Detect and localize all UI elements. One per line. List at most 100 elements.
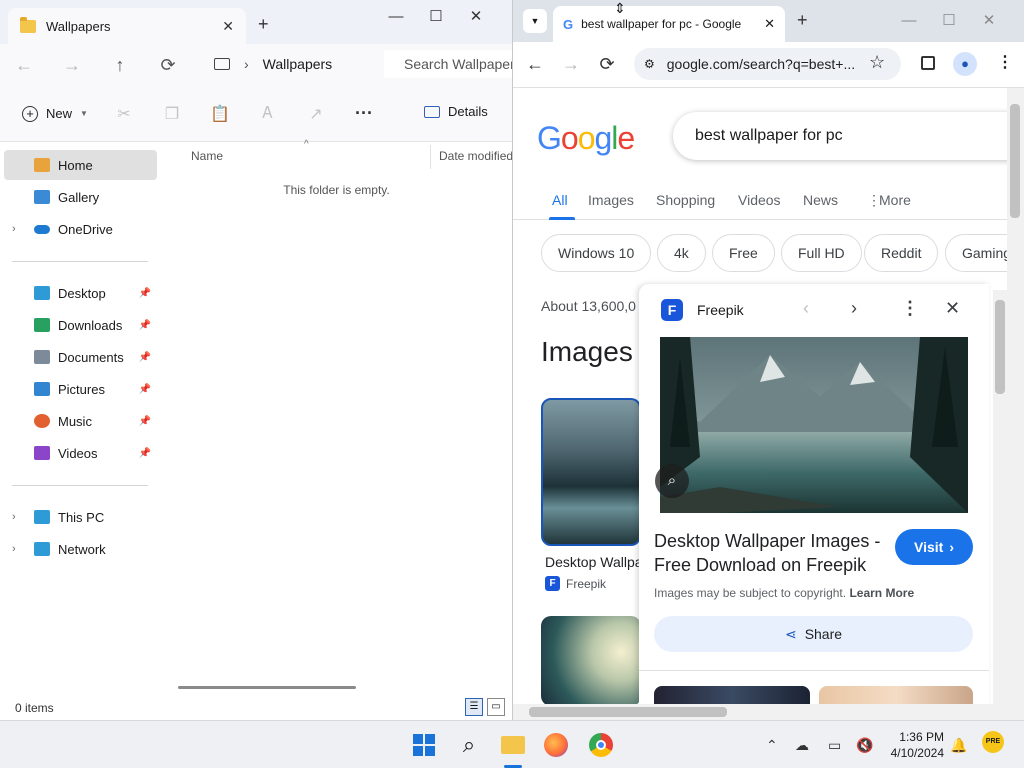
chrome-icon[interactable]	[587, 731, 615, 759]
close-button[interactable]: ✕	[456, 2, 496, 32]
side-panel-icon[interactable]	[921, 56, 935, 70]
start-windows-icon[interactable]	[410, 731, 438, 759]
tiles-view-icon[interactable]: ▭	[487, 698, 505, 716]
related-image-thumbnail[interactable]	[654, 686, 810, 704]
rename-icon[interactable]: Ꭺ	[244, 105, 292, 123]
reload-icon[interactable]: ⟳	[585, 54, 629, 75]
sidebar-item-home[interactable]: Home	[4, 150, 157, 180]
bookmark-star-icon[interactable]: ☆	[869, 52, 885, 73]
chevron-right-icon[interactable]: ›	[12, 223, 16, 235]
breadcrumb-wallpapers[interactable]: Wallpapers	[263, 56, 333, 72]
close-button[interactable]: ✕	[969, 6, 1009, 36]
preview-site-name[interactable]: Freepik	[697, 302, 744, 318]
tab-search-icon[interactable]: ▼	[523, 9, 547, 33]
url-text[interactable]: google.com/search?q=best+...	[667, 56, 891, 72]
details-pane-button[interactable]: Details	[424, 104, 488, 119]
chevron-right-icon[interactable]: ›	[12, 511, 16, 523]
display-icon[interactable]: ▭	[828, 737, 841, 754]
sidebar-item-downloads[interactable]: Downloads 📌	[4, 310, 157, 340]
image-result-title[interactable]: Desktop Wallpa	[545, 554, 641, 570]
new-tab-button[interactable]: +	[258, 14, 269, 35]
copy-icon[interactable]: ❐	[148, 104, 196, 124]
share-icon[interactable]: ↗	[292, 104, 340, 124]
firefox-icon[interactable]	[542, 731, 570, 759]
cloud-offline-icon[interactable]: ☁	[795, 737, 809, 754]
preview-title[interactable]: Desktop Wallpaper Images - Free Download…	[654, 529, 894, 577]
sidebar-item-music[interactable]: Music 📌	[4, 406, 157, 436]
maximize-button[interactable]: ☐	[929, 6, 969, 36]
explorer-tab[interactable]: Wallpapers ✕	[8, 8, 246, 44]
pin-icon[interactable]: 📌	[139, 448, 151, 459]
chip-4k[interactable]: 4k	[657, 234, 706, 272]
more-options-icon[interactable]: ···	[340, 103, 388, 124]
next-image-icon[interactable]: ›	[851, 298, 857, 319]
site-info-icon[interactable]: ⚙	[644, 57, 655, 71]
page-scrollbar-thumb[interactable]	[1010, 104, 1020, 218]
minimize-button[interactable]: —	[889, 6, 929, 36]
close-tab-icon[interactable]: ✕	[764, 16, 775, 32]
image-result-source[interactable]: F Freepik	[545, 576, 606, 591]
sidebar-item-network[interactable]: › Network	[4, 534, 157, 564]
omnibox[interactable]: ⚙ google.com/search?q=best+...	[634, 48, 901, 80]
pin-icon[interactable]: 📌	[139, 352, 151, 363]
maximize-button[interactable]: ☐	[416, 2, 456, 32]
file-explorer-taskbar-icon[interactable]	[499, 731, 527, 759]
volume-muted-icon[interactable]: 🔇	[856, 737, 873, 754]
profile-avatar-icon[interactable]: ●	[953, 52, 977, 76]
sidebar-item-gallery[interactable]: Gallery	[4, 182, 157, 212]
minimize-button[interactable]: —	[376, 2, 416, 32]
details-view-icon[interactable]: ☰	[465, 698, 483, 716]
back-arrow-icon[interactable]: ←	[513, 54, 557, 75]
preview-image[interactable]	[660, 337, 968, 513]
image-result-thumbnail[interactable]	[541, 398, 641, 546]
column-header-name[interactable]: Name	[191, 149, 223, 163]
chevron-up-icon[interactable]: ⌃	[766, 737, 778, 754]
pin-icon[interactable]: 📌	[139, 384, 151, 395]
clock[interactable]: 1:36 PM 4/10/2024	[880, 729, 944, 761]
sidebar-item-desktop[interactable]: Desktop 📌	[4, 278, 157, 308]
notification-bell-icon[interactable]: 🔔	[950, 737, 967, 754]
search-icon[interactable]: ⌕	[455, 731, 483, 759]
pin-icon[interactable]: 📌	[139, 320, 151, 331]
pin-icon[interactable]: 📌	[139, 288, 151, 299]
sidebar-item-documents[interactable]: Documents 📌	[4, 342, 157, 372]
up-arrow-icon[interactable]: ↑	[96, 55, 144, 76]
new-tab-button[interactable]: +	[797, 10, 808, 31]
sidebar-item-this-pc[interactable]: › This PC	[4, 502, 157, 532]
visit-button[interactable]: Visit ›	[895, 529, 973, 565]
chip-full-hd[interactable]: Full HD	[781, 234, 862, 272]
back-arrow-icon[interactable]: ←	[0, 55, 48, 76]
forward-arrow-icon[interactable]: →	[48, 55, 96, 76]
tab-all[interactable]: All	[552, 192, 568, 208]
google-lens-icon[interactable]: ⌕	[655, 464, 689, 498]
paste-icon[interactable]: 📋	[196, 104, 244, 124]
chrome-tab-active[interactable]: G best wallpaper for pc - Google ✕	[553, 6, 785, 42]
google-logo[interactable]: Google	[537, 120, 635, 157]
explorer-search-input[interactable]: Search Wallpapers	[384, 50, 512, 78]
close-panel-icon[interactable]: ✕	[945, 298, 960, 319]
sidebar-item-videos[interactable]: Videos 📌	[4, 438, 157, 468]
close-tab-icon[interactable]: ✕	[222, 18, 234, 35]
chrome-menu-icon[interactable]: ⋮	[997, 52, 1013, 72]
tab-news[interactable]: News	[803, 192, 838, 208]
refresh-icon[interactable]: ⟳	[144, 55, 192, 76]
preview-build-badge[interactable]: PRE	[982, 731, 1004, 753]
horizontal-scrollbar[interactable]	[178, 686, 356, 689]
pin-icon[interactable]: 📌	[139, 416, 151, 427]
panel-scrollbar-thumb[interactable]	[995, 300, 1005, 394]
tab-images[interactable]: Images	[588, 192, 634, 208]
learn-more-link[interactable]: Learn More	[849, 586, 914, 600]
more-options-icon[interactable]: ⋮	[901, 298, 919, 319]
chevron-right-icon[interactable]: ›	[12, 543, 16, 555]
page-horizontal-scrollbar-thumb[interactable]	[529, 707, 727, 717]
sidebar-item-onedrive[interactable]: › OneDrive	[4, 214, 157, 244]
tab-shopping[interactable]: Shopping	[656, 192, 715, 208]
tab-more[interactable]: More	[879, 192, 911, 208]
chip-free[interactable]: Free	[712, 234, 775, 272]
sidebar-item-pictures[interactable]: Pictures 📌	[4, 374, 157, 404]
forward-arrow-icon[interactable]: →	[557, 54, 585, 75]
image-result-thumbnail[interactable]	[541, 616, 641, 706]
cut-icon[interactable]: ✂	[100, 104, 148, 124]
chip-reddit[interactable]: Reddit	[864, 234, 939, 272]
tab-videos[interactable]: Videos	[738, 192, 781, 208]
